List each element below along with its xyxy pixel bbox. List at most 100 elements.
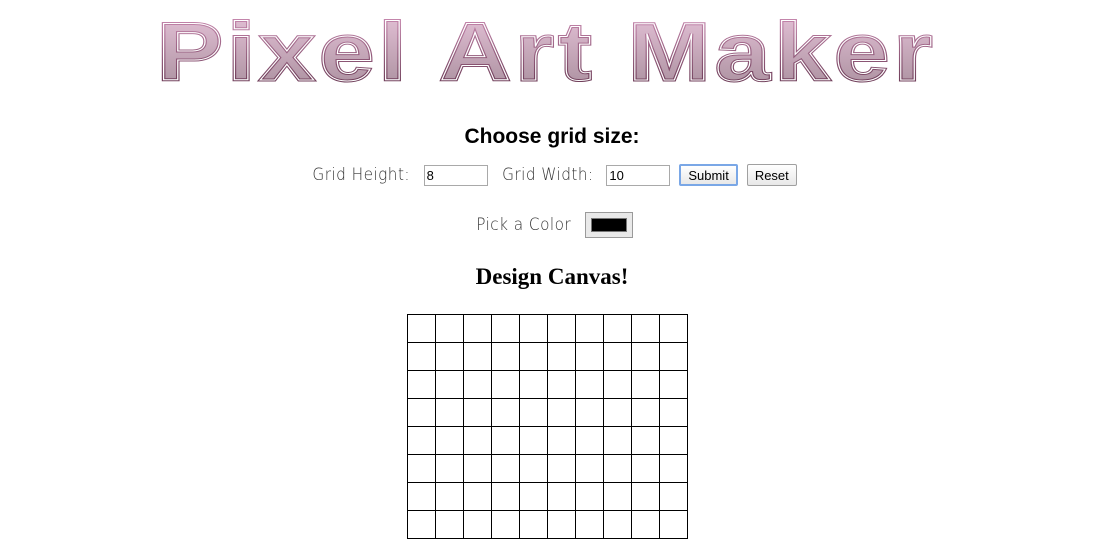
canvas-cell[interactable] <box>435 398 464 427</box>
color-picker-input[interactable] <box>585 212 634 238</box>
canvas-cell[interactable] <box>519 482 548 511</box>
canvas-cell[interactable] <box>603 370 632 399</box>
canvas-cell[interactable] <box>491 426 520 455</box>
color-picker-swatch <box>591 218 628 232</box>
color-picker-row: Pick a Color <box>0 210 1104 240</box>
canvas-cell[interactable] <box>519 314 548 343</box>
canvas-cell[interactable] <box>491 314 520 343</box>
canvas-cell[interactable] <box>575 426 604 455</box>
canvas-cell[interactable] <box>575 398 604 427</box>
canvas-cell[interactable] <box>519 398 548 427</box>
canvas-cell[interactable] <box>463 482 492 511</box>
canvas-cell[interactable] <box>631 314 660 343</box>
canvas-cell[interactable] <box>407 482 436 511</box>
canvas-cell[interactable] <box>435 510 464 539</box>
canvas-cell[interactable] <box>463 370 492 399</box>
canvas-cell[interactable] <box>491 398 520 427</box>
canvas-cell[interactable] <box>519 342 548 371</box>
canvas-cell[interactable] <box>547 510 576 539</box>
canvas-cell[interactable] <box>491 454 520 483</box>
canvas-cell[interactable] <box>519 510 548 539</box>
page: Pixel Art Maker Pixel Art Maker Choose g… <box>0 0 1104 548</box>
canvas-cell[interactable] <box>547 342 576 371</box>
grid-width-input[interactable] <box>606 164 671 186</box>
canvas-cell[interactable] <box>631 454 660 483</box>
canvas-cell[interactable] <box>659 426 688 455</box>
canvas-cell[interactable] <box>407 342 436 371</box>
logo: Pixel Art Maker Pixel Art Maker <box>152 12 942 92</box>
canvas-cell[interactable] <box>491 482 520 511</box>
canvas-cell[interactable] <box>603 314 632 343</box>
canvas-cell[interactable] <box>491 342 520 371</box>
canvas-cell[interactable] <box>631 370 660 399</box>
canvas-cell[interactable] <box>659 454 688 483</box>
canvas-cell[interactable] <box>407 370 436 399</box>
canvas-row <box>407 482 688 511</box>
canvas-cell[interactable] <box>575 454 604 483</box>
canvas-cell[interactable] <box>631 342 660 371</box>
canvas-cell[interactable] <box>575 370 604 399</box>
canvas-cell[interactable] <box>435 342 464 371</box>
canvas-cell[interactable] <box>659 314 688 343</box>
canvas-cell[interactable] <box>603 454 632 483</box>
canvas-cell[interactable] <box>519 370 548 399</box>
canvas-row <box>407 314 688 343</box>
canvas-cell[interactable] <box>547 482 576 511</box>
canvas-cell[interactable] <box>603 426 632 455</box>
canvas-cell[interactable] <box>575 342 604 371</box>
grid-height-input[interactable] <box>423 164 488 186</box>
canvas-cell[interactable] <box>463 342 492 371</box>
canvas-cell[interactable] <box>435 370 464 399</box>
pixel-canvas[interactable] <box>407 314 688 539</box>
canvas-cell[interactable] <box>659 342 688 371</box>
canvas-cell[interactable] <box>519 454 548 483</box>
canvas-cell[interactable] <box>519 426 548 455</box>
canvas-row <box>407 398 688 427</box>
canvas-cell[interactable] <box>547 398 576 427</box>
canvas-cell[interactable] <box>407 510 436 539</box>
canvas-cell[interactable] <box>463 454 492 483</box>
canvas-cell[interactable] <box>463 426 492 455</box>
canvas-cell[interactable] <box>575 314 604 343</box>
canvas-cell[interactable] <box>659 398 688 427</box>
logo-text-inner: Pixel Art Maker <box>157 12 937 92</box>
canvas-cell[interactable] <box>463 314 492 343</box>
canvas-cell[interactable] <box>463 398 492 427</box>
color-picker-label: Pick a Color <box>476 215 571 235</box>
canvas-cell[interactable] <box>491 510 520 539</box>
canvas-cell[interactable] <box>575 510 604 539</box>
canvas-cell[interactable] <box>631 426 660 455</box>
submit-button[interactable]: Submit <box>679 164 738 186</box>
canvas-cell[interactable] <box>407 454 436 483</box>
canvas-cell[interactable] <box>547 426 576 455</box>
canvas-cell[interactable] <box>631 482 660 511</box>
canvas-cell[interactable] <box>575 482 604 511</box>
grid-width-label: Grid Width: <box>501 165 594 185</box>
canvas-cell[interactable] <box>491 370 520 399</box>
canvas-cell[interactable] <box>547 454 576 483</box>
grid-height-label: Grid Height: <box>312 165 411 185</box>
canvas-cell[interactable] <box>463 510 492 539</box>
canvas-cell[interactable] <box>603 342 632 371</box>
canvas-cell[interactable] <box>407 426 436 455</box>
canvas-cell[interactable] <box>435 482 464 511</box>
canvas-row <box>407 454 688 483</box>
canvas-cell[interactable] <box>435 426 464 455</box>
canvas-cell[interactable] <box>659 370 688 399</box>
canvas-cell[interactable] <box>631 510 660 539</box>
canvas-cell[interactable] <box>407 398 436 427</box>
canvas-row <box>407 342 688 371</box>
canvas-cell[interactable] <box>631 398 660 427</box>
canvas-cell[interactable] <box>547 314 576 343</box>
grid-size-title: Choose grid size: <box>464 125 640 148</box>
canvas-cell[interactable] <box>435 314 464 343</box>
reset-button[interactable]: Reset <box>746 164 797 186</box>
canvas-cell[interactable] <box>603 482 632 511</box>
canvas-cell[interactable] <box>603 398 632 427</box>
canvas-cell[interactable] <box>659 482 688 511</box>
canvas-cell[interactable] <box>603 510 632 539</box>
canvas-cell[interactable] <box>547 370 576 399</box>
canvas-cell[interactable] <box>659 510 688 539</box>
canvas-cell[interactable] <box>407 314 436 343</box>
canvas-cell[interactable] <box>435 454 464 483</box>
